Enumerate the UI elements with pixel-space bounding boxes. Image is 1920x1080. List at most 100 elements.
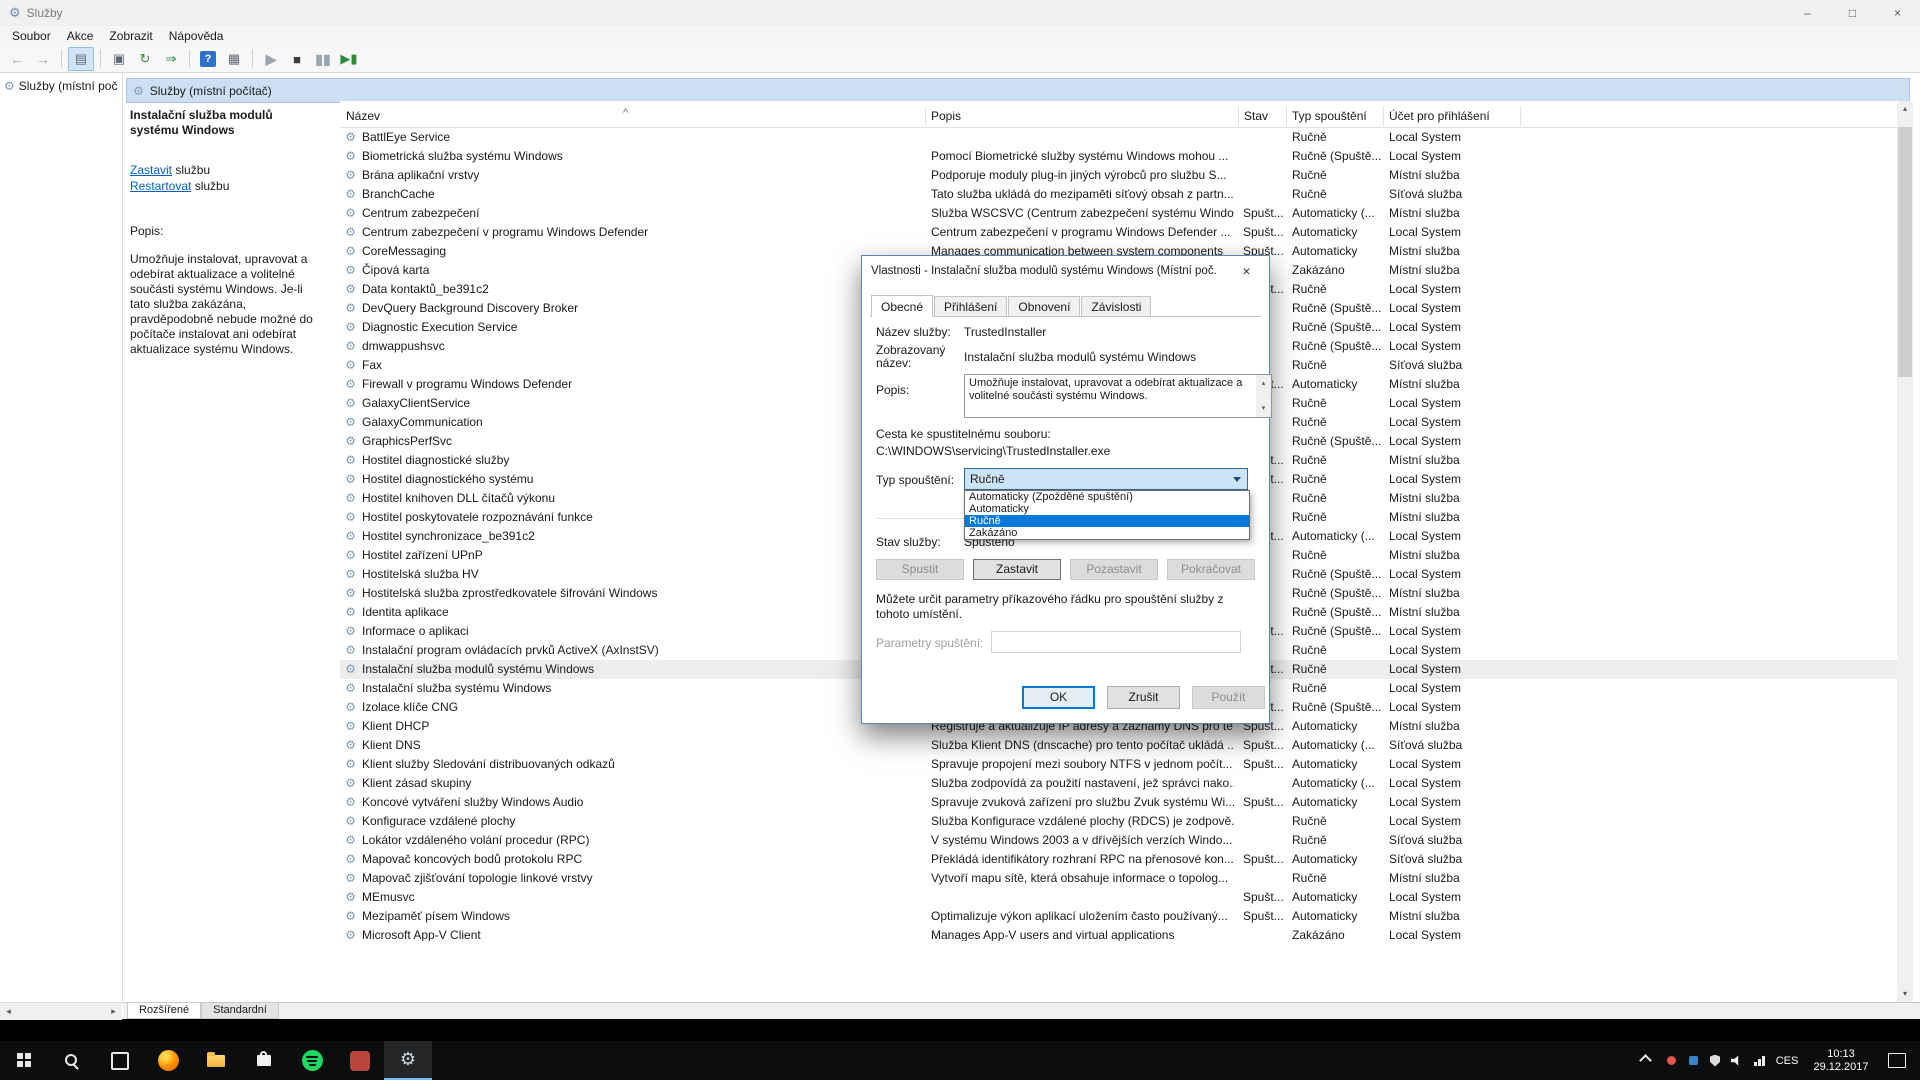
clock[interactable]: 10:13 29.12.2017	[1804, 1048, 1878, 1074]
forward-icon[interactable]: →	[31, 48, 55, 70]
description-textarea[interactable]: Umožňuje instalovat, upravovat a odebíra…	[964, 374, 1272, 418]
table-row[interactable]: ⚙Klient DNSSlužba Klient DNS (dnscache) …	[340, 736, 1897, 755]
service-name-cell: ⚙Informace o aplikaci	[342, 622, 924, 641]
dropdown-option-selected[interactable]: Ručně	[965, 515, 1249, 527]
table-row[interactable]: ⚙Centrum zabezpečení v programu Windows …	[340, 223, 1897, 242]
action-center-icon[interactable]	[1888, 1053, 1906, 1068]
scroll-down-icon[interactable]: ▾	[1262, 402, 1266, 415]
network-icon[interactable]	[1748, 1041, 1770, 1080]
textarea-scrollbar[interactable]: ▴ ▾	[1256, 375, 1271, 417]
task-view-button[interactable]	[96, 1041, 144, 1080]
table-row[interactable]: ⚙Microsoft App-V ClientManages App-V use…	[340, 926, 1897, 941]
table-row[interactable]: ⚙Mezipaměť písem WindowsOptimalizuje výk…	[340, 907, 1897, 926]
column-header-status[interactable]: Stav	[1238, 106, 1287, 126]
scrollbar-thumb[interactable]	[1898, 127, 1912, 377]
maximize-button[interactable]: □	[1830, 0, 1875, 26]
tab-dependencies[interactable]: Závislosti	[1081, 296, 1151, 316]
table-row[interactable]: ⚙Koncové vytváření služby Windows AudioS…	[340, 793, 1897, 812]
language-indicator[interactable]: CES	[1770, 1055, 1804, 1067]
startup-type-combobox[interactable]: Ručně	[964, 468, 1248, 490]
tree-horizontal-scrollbar[interactable]: ◂ ▸	[0, 1002, 122, 1020]
console-tree-toggle-icon[interactable]: ▤	[68, 47, 94, 71]
list-vertical-scrollbar[interactable]: ▴ ▾	[1897, 101, 1913, 1002]
tree-root-services[interactable]: ⚙ Služby (místní poč	[0, 73, 122, 93]
table-row[interactable]: ⚙MEmusvcSpušt...AutomatickyLocal System	[340, 888, 1897, 907]
volume-icon[interactable]	[1726, 1041, 1748, 1080]
table-row[interactable]: ⚙Centrum zabezpečeníSlužba WSCSVC (Centr…	[340, 204, 1897, 223]
taskbar-store[interactable]	[240, 1041, 288, 1080]
help-icon[interactable]: ?	[196, 48, 220, 70]
service-description-cell: Optimalizuje výkon aplikací uložením čas…	[931, 907, 1234, 926]
tab-logon[interactable]: Přihlášení	[934, 296, 1007, 316]
resume-button[interactable]: Pokračovat	[1167, 559, 1255, 580]
service-startup-type-cell: Automaticky	[1292, 907, 1384, 926]
restart-service-link[interactable]: Restartovat	[130, 179, 191, 193]
column-header-name[interactable]: Název ^	[340, 106, 926, 126]
export-list-icon[interactable]: ⇒	[159, 48, 183, 70]
table-row[interactable]: ⚙Klient služby Sledování distribuovaných…	[340, 755, 1897, 774]
table-row[interactable]: ⚙Mapovač koncových bodů protokolu RPCPře…	[340, 850, 1897, 869]
table-row[interactable]: ⚙Mapovač zjišťování topologie linkové vr…	[340, 869, 1897, 888]
tray-app-icon[interactable]	[1682, 1041, 1704, 1080]
extended-description-pane: Instalační služba modulů systému Windows…	[130, 108, 330, 939]
service-startup-type-cell: Ručně	[1292, 812, 1384, 831]
scroll-up-icon[interactable]: ▴	[1897, 101, 1913, 117]
dropdown-option[interactable]: Zakázáno	[965, 527, 1249, 539]
taskbar-file-explorer[interactable]	[192, 1041, 240, 1080]
start-button[interactable]: Spustit	[876, 559, 964, 580]
extended-view-icon[interactable]: ▦	[222, 48, 246, 70]
column-header-startup-type[interactable]: Typ spouštění	[1286, 106, 1384, 126]
start-button[interactable]	[0, 1041, 48, 1080]
menu-view[interactable]: Zobrazit	[101, 27, 160, 45]
menu-help[interactable]: Nápověda	[161, 27, 232, 45]
stop-button[interactable]: Zastavit	[973, 559, 1061, 580]
table-row[interactable]: ⚙Brána aplikační vrstvyPodporuje moduly …	[340, 166, 1897, 185]
scroll-right-icon[interactable]: ▸	[105, 1004, 122, 1019]
ok-button[interactable]: OK	[1022, 686, 1095, 709]
minimize-button[interactable]: –	[1785, 0, 1830, 26]
tab-general[interactable]: Obecné	[871, 295, 933, 317]
table-row[interactable]: ⚙Biometrická služba systému WindowsPomoc…	[340, 147, 1897, 166]
start-service-icon[interactable]: ▶	[259, 48, 283, 70]
table-row[interactable]: ⚙Lokátor vzdáleného volání procedur (RPC…	[340, 831, 1897, 850]
restart-service-icon[interactable]: ▶▮	[337, 48, 361, 70]
stop-service-link[interactable]: Zastavit	[130, 163, 172, 177]
security-shield-icon[interactable]	[1704, 1041, 1726, 1080]
service-startup-type-cell: Ručně (Spuště...	[1292, 698, 1384, 717]
close-button[interactable]: ×	[1875, 0, 1920, 26]
dropdown-option[interactable]: Automaticky (Zpožděné spuštění)	[965, 491, 1249, 503]
scroll-left-icon[interactable]: ◂	[0, 1004, 17, 1019]
taskbar-services-active[interactable]: ⚙	[384, 1041, 432, 1080]
service-description-cell: Centrum zabezpečení v programu Windows D…	[931, 223, 1234, 242]
taskbar-spotify[interactable]	[288, 1041, 336, 1080]
table-row[interactable]: ⚙BattlEye ServiceRučněLocal System	[340, 128, 1897, 147]
table-row[interactable]: ⚙Klient zásad skupinySlužba zodpovídá za…	[340, 774, 1897, 793]
search-button[interactable]	[48, 1041, 96, 1080]
scroll-up-icon[interactable]: ▴	[1262, 377, 1266, 390]
cancel-button[interactable]: Zrušit	[1107, 686, 1180, 709]
tab-recovery[interactable]: Obnovení	[1008, 296, 1080, 316]
pause-service-icon[interactable]: ▮▮	[311, 48, 335, 70]
properties-icon[interactable]: ▣	[107, 48, 131, 70]
column-header-logon-account[interactable]: Účet pro přihlášení	[1383, 106, 1521, 126]
dialog-close-icon[interactable]: ×	[1224, 256, 1269, 285]
scroll-down-icon[interactable]: ▾	[1897, 986, 1913, 1002]
refresh-icon[interactable]: ↻	[133, 48, 157, 70]
stop-service-icon[interactable]: ■	[285, 48, 309, 70]
tab-standard[interactable]: Standardní	[201, 1003, 279, 1019]
tab-extended[interactable]: Rozšířené	[127, 1003, 201, 1019]
apply-button[interactable]: Použít	[1192, 686, 1265, 709]
hidden-icons-chevron-icon[interactable]	[1639, 1054, 1652, 1067]
menu-action[interactable]: Akce	[59, 27, 102, 45]
table-row[interactable]: ⚙Konfigurace vzdálené plochySlužba Konfi…	[340, 812, 1897, 831]
column-header-description[interactable]: Popis	[925, 106, 1239, 126]
start-parameters-input[interactable]	[991, 631, 1241, 653]
taskbar-firefox[interactable]	[144, 1041, 192, 1080]
menu-file[interactable]: Soubor	[4, 27, 59, 45]
taskbar-app[interactable]	[336, 1041, 384, 1080]
tray-app-icon[interactable]	[1660, 1041, 1682, 1080]
table-row[interactable]: ⚙BranchCacheTato služba ukládá do mezipa…	[340, 185, 1897, 204]
pause-button[interactable]: Pozastavit	[1070, 559, 1158, 580]
back-icon[interactable]: ←	[5, 48, 29, 70]
dropdown-option[interactable]: Automaticky	[965, 503, 1249, 515]
